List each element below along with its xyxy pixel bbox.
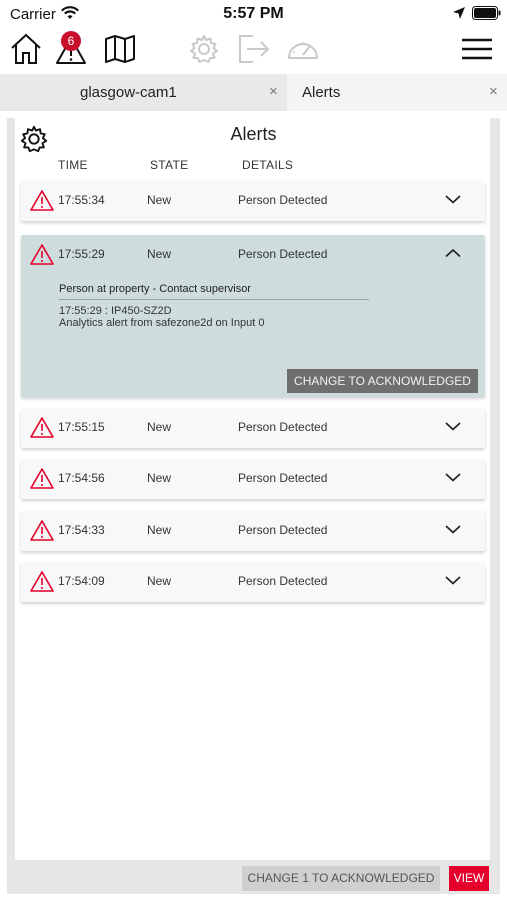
map-icon[interactable] bbox=[104, 32, 136, 66]
alert-time: 17:55:29 bbox=[58, 247, 105, 261]
warning-icon bbox=[30, 244, 54, 265]
column-header-state: STATE bbox=[150, 158, 189, 172]
hamburger-menu-icon[interactable] bbox=[460, 32, 494, 66]
alert-time: 17:55:34 bbox=[58, 193, 105, 207]
warning-icon bbox=[30, 417, 54, 438]
warning-icon bbox=[30, 571, 54, 592]
column-header-details: DETAILS bbox=[242, 158, 294, 172]
alert-details: Person Detected bbox=[238, 574, 328, 588]
warning-icon bbox=[30, 520, 54, 541]
alert-details: Person Detected bbox=[238, 193, 328, 207]
alert-state: New bbox=[147, 247, 172, 261]
battery-icon bbox=[472, 6, 501, 20]
chevron-down-icon[interactable] bbox=[444, 574, 462, 586]
alert-row[interactable]: 17:55:34 New Person Detected bbox=[21, 181, 485, 221]
alert-expanded-title: Person at property - Contact supervisor bbox=[59, 283, 251, 295]
logout-icon bbox=[239, 35, 270, 63]
alert-row[interactable]: 17:55:15 New Person Detected bbox=[21, 408, 485, 448]
alert-row[interactable]: 17:54:56 New Person Detected bbox=[21, 459, 485, 499]
chevron-down-icon[interactable] bbox=[444, 420, 462, 432]
column-header-time: TIME bbox=[58, 158, 88, 172]
warning-icon bbox=[30, 190, 54, 211]
alert-details: Person Detected bbox=[238, 420, 328, 434]
tab-close-icon[interactable]: × bbox=[489, 83, 498, 100]
change-to-acknowledged-button[interactable]: CHANGE TO ACKNOWLEDGED bbox=[287, 369, 478, 393]
panel-title: Alerts bbox=[230, 124, 277, 144]
chevron-down-icon[interactable] bbox=[444, 523, 462, 535]
alert-state: New bbox=[147, 471, 172, 485]
alert-details: Person Detected bbox=[238, 247, 328, 261]
alert-state: New bbox=[147, 574, 172, 588]
view-button[interactable]: VIEW bbox=[449, 866, 489, 891]
alerts-panel: Alerts TIME STATE DETAILS 17:55:34 New P… bbox=[7, 118, 500, 894]
home-icon[interactable] bbox=[10, 32, 42, 66]
alert-time: 17:54:09 bbox=[58, 574, 105, 588]
alert-time: 17:54:33 bbox=[58, 523, 105, 537]
alert-expanded-source: 17:55:29 : IP450-SZ2D bbox=[59, 305, 172, 317]
chevron-up-icon[interactable] bbox=[444, 247, 462, 259]
warning-icon bbox=[30, 468, 54, 489]
alert-state: New bbox=[147, 523, 172, 537]
alert-row[interactable]: 17:54:33 New Person Detected bbox=[21, 511, 485, 551]
alert-row-expanded[interactable]: 17:55:29 New Person Detected Person at p… bbox=[21, 235, 485, 397]
alert-state: New bbox=[147, 420, 172, 434]
alert-time: 17:54:56 bbox=[58, 471, 105, 485]
tab-label: Alerts bbox=[302, 84, 341, 101]
alert-count-badge: 6 bbox=[61, 31, 81, 51]
chevron-down-icon[interactable] bbox=[444, 471, 462, 483]
location-arrow-icon bbox=[453, 7, 465, 19]
settings-gear-icon bbox=[190, 35, 218, 63]
alert-expanded-description: Analytics alert from safezone2d on Input… bbox=[59, 317, 265, 329]
status-bar: Carrier 5:57 PM bbox=[0, 0, 507, 30]
tab-label: glasgow-cam1 bbox=[80, 84, 177, 101]
alert-time: 17:55:15 bbox=[58, 420, 105, 434]
clock: 5:57 PM bbox=[223, 5, 284, 22]
gauge-icon bbox=[288, 42, 318, 59]
tab-alerts[interactable]: Alerts × bbox=[287, 74, 507, 111]
divider bbox=[59, 299, 369, 300]
alert-details: Person Detected bbox=[238, 471, 328, 485]
tab-glasgow-cam1[interactable]: glasgow-cam1 × bbox=[0, 74, 287, 111]
alert-state: New bbox=[147, 193, 172, 207]
tab-close-icon[interactable]: × bbox=[269, 83, 278, 100]
alert-row[interactable]: 17:54:09 New Person Detected bbox=[21, 562, 485, 602]
main-toolbar: 6 bbox=[0, 28, 507, 72]
alert-details: Person Detected bbox=[238, 523, 328, 537]
change-all-to-acknowledged-button[interactable]: CHANGE 1 TO ACKNOWLEDGED bbox=[242, 866, 440, 891]
tab-bar: glasgow-cam1 × Alerts × bbox=[0, 74, 507, 111]
chevron-down-icon[interactable] bbox=[444, 193, 462, 205]
